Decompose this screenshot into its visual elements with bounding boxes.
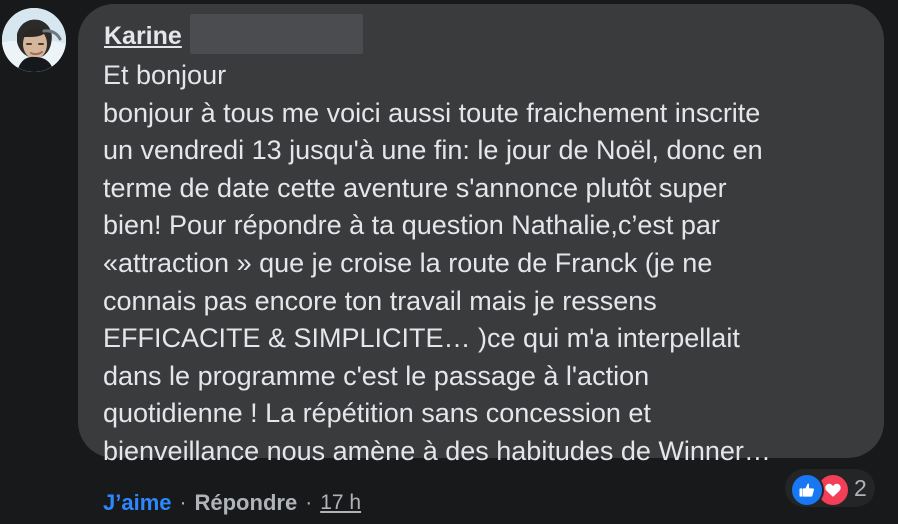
comment-timestamp[interactable]: 17 h (320, 489, 361, 517)
comment-text-line: «attraction » que je croise la route de … (103, 247, 713, 278)
reply-button[interactable]: Répondre (195, 489, 298, 517)
comment-text-line: dans le programme c'est le passage à l'a… (103, 360, 650, 391)
action-separator: · (179, 491, 187, 514)
comment-screen: Karine Et bonjour bonjour à tous me voic… (0, 0, 898, 524)
comment-text-line: bonjour à tous me voici aussi toute frai… (103, 97, 761, 128)
heart-icon (825, 483, 841, 497)
comment-text-line: bien! Pour répondre à ta question Nathal… (103, 210, 720, 241)
reaction-count: 2 (854, 475, 867, 501)
comment-text-line: Et bonjour (103, 60, 227, 90)
reaction-summary[interactable]: 2 (785, 469, 875, 507)
avatar[interactable] (2, 8, 66, 72)
comment-text-line: quotidienne ! La répétition sans concess… (103, 398, 651, 429)
comment-text-line: terme de date cette aventure s'annonce p… (103, 172, 727, 203)
comment-text: Et bonjour bonjour à tous me voici aussi… (103, 57, 873, 471)
redacted-name-block (190, 14, 363, 54)
like-icon (799, 483, 814, 497)
like-reaction (790, 473, 824, 507)
reaction-icons (790, 471, 850, 507)
comment-text-line: EFFICACITE & SIMPLICITE… )ce qui m'a int… (103, 323, 740, 354)
comment-actions: J’aime · Répondre · 17 h (103, 489, 361, 517)
comment-text-line: un vendredi 13 jusqu'à une fin: le jour … (103, 135, 763, 166)
comment-author-name[interactable]: Karine (104, 20, 182, 52)
comment-text-line: bienveillance nous amène à des habitudes… (103, 435, 771, 466)
profile-photo-icon (2, 8, 66, 72)
like-button[interactable]: J’aime (103, 489, 172, 517)
comment-text-line: connais pas encore ton travail mais je r… (103, 285, 657, 316)
action-separator: · (305, 491, 313, 514)
